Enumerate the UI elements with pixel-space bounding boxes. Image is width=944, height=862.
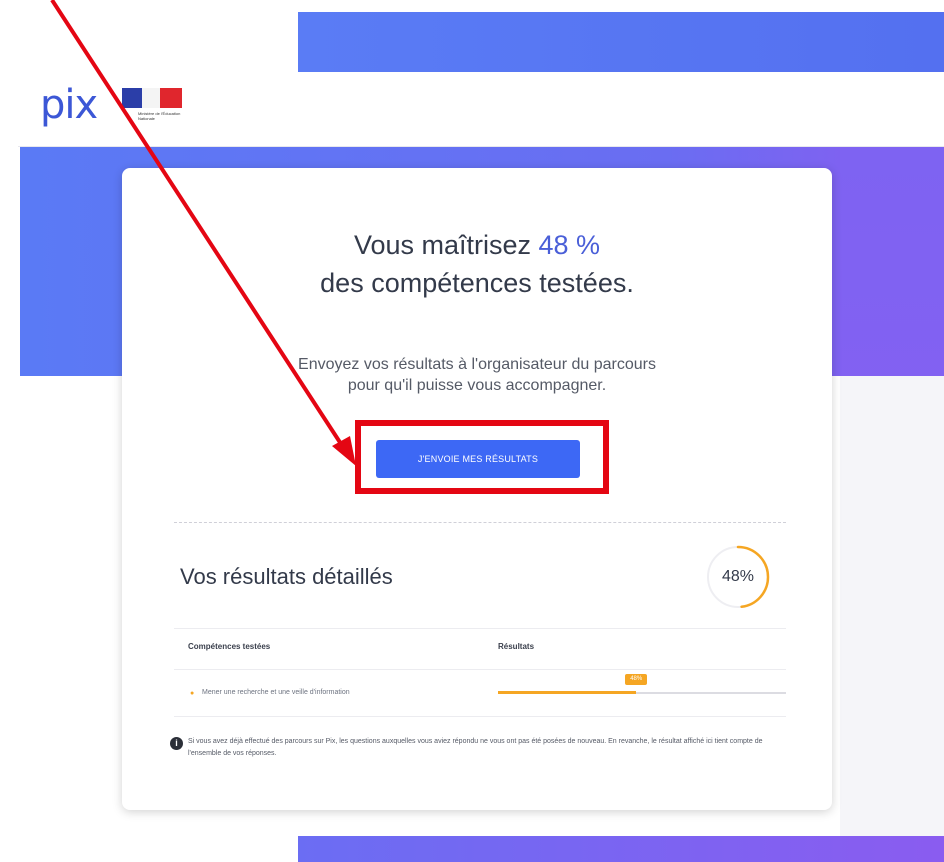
flag-white-stripe bbox=[142, 88, 160, 108]
results-card: Vous maîtrisez 48 % des compétences test… bbox=[122, 168, 832, 810]
send-message-line2: pour qu'il puisse vous accompagner. bbox=[347, 377, 607, 394]
ministry-logo-text: Ministère de l'Éducation Nationale bbox=[138, 111, 181, 121]
header-results: Résultats bbox=[498, 642, 535, 651]
result-bar-fill bbox=[498, 691, 637, 694]
info-text: Si vous avez déjà effectué des parcours … bbox=[188, 738, 763, 757]
result-bar: 48% bbox=[498, 674, 786, 694]
flag-red-stripe bbox=[160, 88, 182, 108]
overall-percent-label: 48% bbox=[721, 568, 755, 585]
send-message: Envoyez vos résultats à l'organisateur d… bbox=[122, 354, 832, 396]
flag-blue-stripe bbox=[122, 88, 142, 108]
annotation-highlight-box bbox=[355, 420, 609, 494]
section-divider bbox=[174, 522, 786, 523]
info-icon: i bbox=[170, 737, 183, 750]
page-background-right-light bbox=[840, 376, 944, 836]
score-subtitle: des compétences testées. bbox=[320, 268, 634, 298]
details-title: Vos résultats détaillés bbox=[180, 564, 393, 589]
ministry-logo: Ministère de l'Éducation Nationale bbox=[118, 86, 192, 132]
send-message-line1: Envoyez vos résultats à l'organisateur d… bbox=[298, 356, 656, 373]
score-prefix: Vous maîtrisez bbox=[353, 230, 539, 260]
table-row: ● Mener une recherche et une veille d'in… bbox=[174, 670, 786, 717]
competence-name: Mener une recherche et une veille d'info… bbox=[202, 689, 350, 696]
page-background-top bbox=[298, 12, 944, 72]
score-title: Vous maîtrisez 48 % des compétences test… bbox=[122, 226, 832, 302]
table-header-row: Compétences testées Résultats bbox=[174, 628, 786, 670]
result-badge: 48% bbox=[625, 674, 648, 685]
bullet-icon: ● bbox=[190, 690, 195, 697]
pix-logo[interactable]: pix bbox=[40, 82, 98, 128]
top-header: pix Ministère de l'Éducation Nationale bbox=[18, 72, 944, 147]
score-percentage: 48 % bbox=[538, 230, 601, 260]
overall-progress-circle: 48% bbox=[705, 544, 771, 610]
results-table: Compétences testées Résultats ● Mener un… bbox=[174, 628, 786, 717]
header-competences: Compétences testées bbox=[188, 642, 271, 651]
page-background-bottom bbox=[298, 836, 944, 862]
